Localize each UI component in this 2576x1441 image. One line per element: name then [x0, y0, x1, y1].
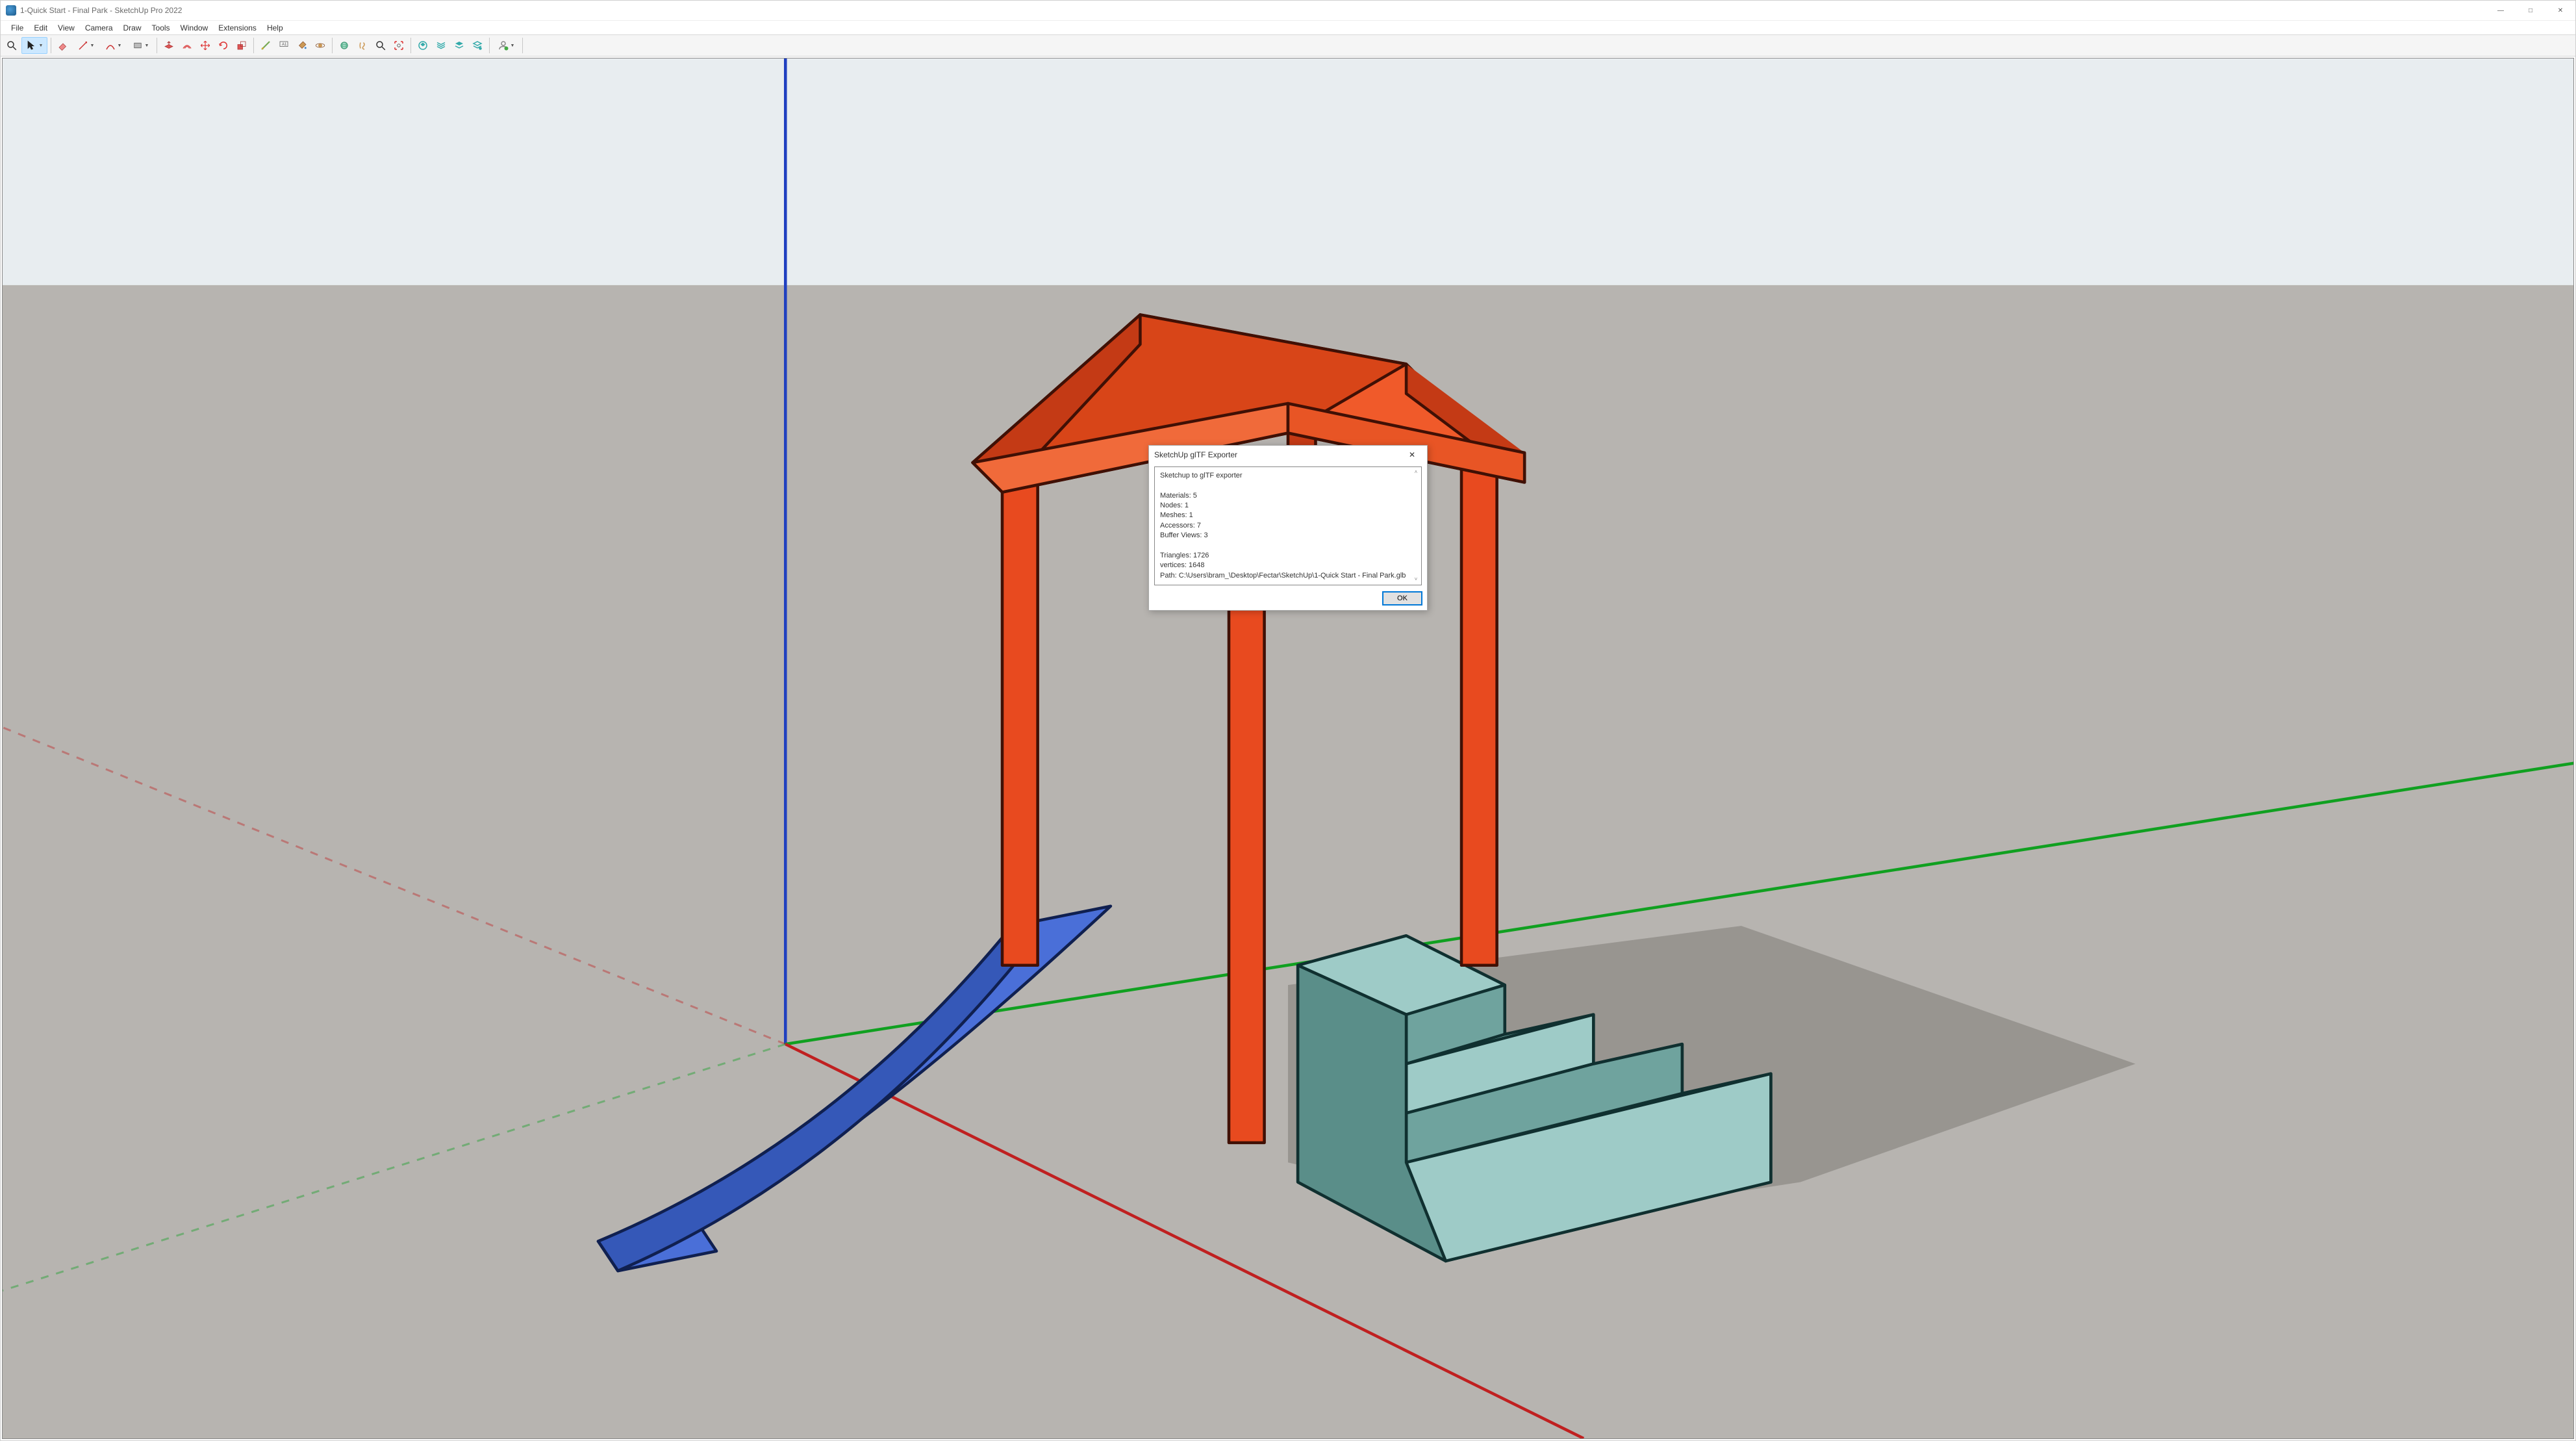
menu-extensions[interactable]: Extensions	[213, 22, 262, 34]
export-accessors: Accessors: 7	[1160, 521, 1416, 531]
scroll-down-icon[interactable]: ˅	[1412, 576, 1420, 583]
export-meshes: Meshes: 1	[1160, 511, 1416, 520]
dialog-titlebar[interactable]: SketchUp glTF Exporter ✕	[1149, 446, 1427, 464]
menu-help[interactable]: Help	[262, 22, 288, 34]
toolbar-separator	[522, 38, 523, 53]
arc-tool-icon[interactable]: ▼	[100, 37, 126, 54]
chevron-down-icon: ▼	[511, 44, 515, 48]
chevron-down-icon: ▼	[118, 44, 122, 48]
user-icon[interactable]: ▼	[493, 37, 519, 54]
toolbar-separator	[253, 38, 254, 53]
titlebar[interactable]: 1-Quick Start - Final Park - SketchUp Pr…	[1, 1, 2575, 20]
walk-tool-icon[interactable]	[354, 37, 371, 54]
rotate-tool-icon[interactable]	[215, 37, 232, 54]
app-icon	[6, 5, 16, 16]
move-tool-icon[interactable]	[197, 37, 214, 54]
export-bufferviews: Buffer Views: 3	[1160, 531, 1416, 541]
warehouse-icon[interactable]	[414, 37, 431, 54]
ok-button[interactable]: OK	[1383, 592, 1422, 605]
select-tool-icon[interactable]: ▼	[21, 37, 47, 54]
toolbar-separator	[332, 38, 333, 53]
search-icon[interactable]	[3, 37, 20, 54]
close-icon: ✕	[1409, 450, 1415, 459]
export-triangles: Triangles: 1726	[1160, 551, 1416, 561]
close-button[interactable]: ✕	[2545, 1, 2575, 20]
zoom-extents-tool-icon[interactable]	[390, 37, 407, 54]
scroll-up-icon[interactable]: ˄	[1412, 468, 1420, 476]
menu-window[interactable]: Window	[175, 22, 214, 34]
export-materials: Materials: 5	[1160, 491, 1416, 501]
app-window: 1-Quick Start - Final Park - SketchUp Pr…	[0, 0, 2576, 1441]
outliner-icon[interactable]	[469, 37, 486, 54]
eraser-tool-icon[interactable]	[55, 37, 71, 54]
menu-edit[interactable]: Edit	[29, 22, 53, 34]
dialog-footer: OK	[1149, 588, 1427, 610]
offset-tool-icon[interactable]	[179, 37, 196, 54]
chevron-down-icon: ▼	[90, 44, 95, 48]
dialog-title: SketchUp glTF Exporter	[1154, 450, 1237, 459]
orbit-tool-icon[interactable]	[312, 37, 329, 54]
text-tool-icon[interactable]: A1	[275, 37, 292, 54]
tape-measure-tool-icon[interactable]	[257, 37, 274, 54]
zoom-tool-icon[interactable]	[372, 37, 389, 54]
chevron-down-icon: ▼	[145, 44, 149, 48]
menu-view[interactable]: View	[53, 22, 80, 34]
minimize-button[interactable]: —	[2486, 1, 2516, 20]
export-path: Path: C:\Users\bram_\Desktop\Fectar\Sket…	[1160, 571, 1416, 581]
window-controls: — □ ✕	[2486, 1, 2575, 20]
pushpull-tool-icon[interactable]	[160, 37, 177, 54]
maximize-button[interactable]: □	[2516, 1, 2545, 20]
gltf-exporter-dialog: SketchUp glTF Exporter ✕ ˄ Sketchup to g…	[1148, 445, 1428, 611]
svg-text:A1: A1	[282, 43, 287, 47]
toolbar: ▼ ▼ ▼ ▼	[1, 34, 2575, 57]
menubar: File Edit View Camera Draw Tools Window …	[1, 20, 2575, 34]
toolbar-separator	[489, 38, 490, 53]
line-tool-icon[interactable]: ▼	[73, 37, 99, 54]
toolbar-separator	[410, 38, 411, 53]
scale-tool-icon[interactable]	[233, 37, 250, 54]
window-title: 1-Quick Start - Final Park - SketchUp Pr…	[20, 6, 182, 15]
extension-warehouse-icon[interactable]	[433, 37, 449, 54]
scene-canvas	[3, 58, 2573, 1438]
viewport-3d[interactable]: SketchUp glTF Exporter ✕ ˄ Sketchup to g…	[2, 58, 2574, 1439]
paint-bucket-tool-icon[interactable]	[294, 37, 310, 54]
dialog-close-button[interactable]: ✕	[1402, 448, 1422, 461]
rectangle-tool-icon[interactable]: ▼	[127, 37, 153, 54]
pan-tool-icon[interactable]	[336, 37, 353, 54]
layers-icon[interactable]	[451, 37, 468, 54]
export-header: Sketchup to glTF exporter	[1160, 471, 1416, 481]
menu-file[interactable]: File	[6, 22, 29, 34]
export-vertices: vertices: 1648	[1160, 561, 1416, 570]
menu-camera[interactable]: Camera	[80, 22, 118, 34]
export-nodes: Nodes: 1	[1160, 501, 1416, 511]
chevron-down-icon: ▼	[39, 44, 44, 48]
menu-draw[interactable]: Draw	[118, 22, 147, 34]
dialog-body: ˄ Sketchup to glTF exporter Materials: 5…	[1154, 466, 1422, 585]
menu-tools[interactable]: Tools	[147, 22, 175, 34]
